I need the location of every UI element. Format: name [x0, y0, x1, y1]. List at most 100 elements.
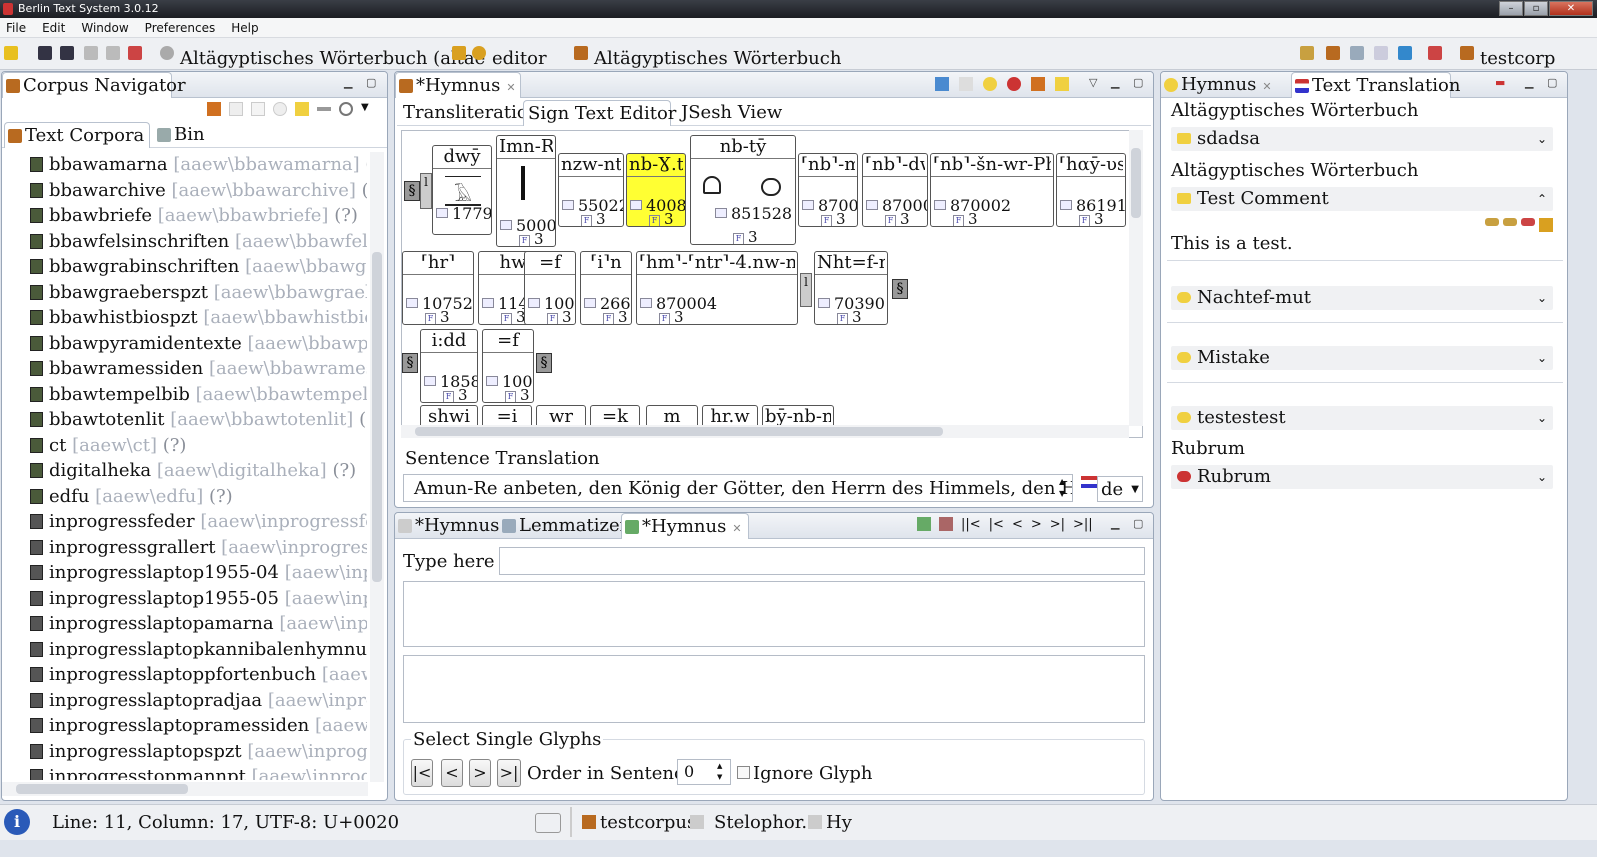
collapse-icon[interactable]: [317, 107, 331, 111]
new-icon[interactable]: [4, 46, 18, 60]
folder-icon[interactable]: [295, 102, 309, 116]
glyph-info-area-2[interactable]: [403, 655, 1145, 723]
v-scroll-thumb[interactable]: [1131, 148, 1141, 218]
horizontal-scrollbar[interactable]: [2, 782, 368, 796]
status-tab-hymnus[interactable]: Hy: [826, 812, 852, 833]
menu-help[interactable]: Help: [231, 21, 258, 35]
status-tab-testcorpus[interactable]: testcorpus: [600, 812, 696, 833]
tab-transliteration[interactable]: Transliteration: [399, 100, 539, 126]
comment-item-3[interactable]: testestest ⌄: [1171, 406, 1553, 430]
scroll-thumb[interactable]: [372, 252, 382, 582]
maximize-view-icon[interactable]: ▢: [1133, 517, 1143, 530]
order-input[interactable]: 0: [677, 759, 731, 785]
view-menu-icon[interactable]: ▼: [361, 102, 369, 116]
glyph-box[interactable]: Nht=f-mw70390F3: [814, 251, 888, 325]
corpus-item[interactable]: inprogressfeder [aaew\inprogressfeder]: [30, 509, 367, 534]
glyph-tool-2-icon[interactable]: [939, 517, 953, 531]
new-text-icon[interactable]: [251, 102, 265, 116]
add-comment-icon[interactable]: [983, 77, 997, 91]
sign-v-scrollbar[interactable]: [1129, 130, 1143, 426]
corpus-item[interactable]: ct [aaew\ct] (?): [30, 433, 186, 458]
redo-icon[interactable]: [106, 46, 120, 60]
comment-item-1[interactable]: Nachtef-mut ⌄: [1171, 286, 1553, 310]
h-scroll-thumb[interactable]: [415, 427, 943, 436]
sign-text-area[interactable]: §dwȳ17793𓄿Imn-Rˤ50000F3nzw-ntr55022F3nb-…: [401, 130, 1143, 438]
sync-icon[interactable]: [935, 77, 949, 91]
perspective-5-icon[interactable]: [1428, 46, 1442, 60]
dictionary-label-2[interactable]: Altägyptisches Wörterbuch: [594, 48, 841, 69]
corpus-item[interactable]: bbawtotenlit [aaew\bbawtotenlit] (?): [30, 407, 367, 432]
order-spinner[interactable]: ▲ ▼: [717, 761, 722, 783]
glyph-box[interactable]: ⸢hαȳ-υsd86191F3: [1056, 153, 1126, 227]
editor-label[interactable]: editor: [492, 48, 547, 69]
undo-icon[interactable]: [84, 46, 98, 60]
corpus-label[interactable]: testcorp: [1480, 48, 1555, 69]
minimize-button[interactable]: –: [1499, 1, 1523, 16]
close-tab-icon[interactable]: ✕: [506, 81, 515, 94]
status-tab-stelophor[interactable]: Stelophor...: [714, 812, 819, 833]
corpus-item[interactable]: bbawfelsinschriften [aaew\bbawfelsinsc: [30, 229, 367, 254]
tab-hymnus-2[interactable]: *Hymnus ✕: [621, 513, 749, 539]
corpus-item[interactable]: inprogresslaptopramessiden [aaew\inpro: [30, 713, 367, 738]
menu-window[interactable]: Window: [81, 21, 128, 35]
first-glyph-button[interactable]: |<: [411, 759, 433, 787]
tab-corpus-navigator[interactable]: Corpus Navigator: [2, 72, 186, 98]
minimize-view-icon[interactable]: ▁: [1111, 517, 1119, 530]
corpus-item[interactable]: inprogresslaptopkannibalenhymnus [aa: [30, 637, 367, 662]
close-tab-icon[interactable]: ✕: [1262, 80, 1271, 93]
tab-jsesh-view[interactable]: JSesh View: [677, 100, 782, 126]
glyph-box[interactable]: ⸢nb⸣-dw87000F3: [862, 153, 928, 227]
menu-file[interactable]: File: [6, 21, 26, 35]
new-corpus-icon[interactable]: [207, 102, 221, 116]
minimize-view-icon[interactable]: ▁: [344, 76, 352, 89]
corpus-item[interactable]: inprogresslaptopamarna [aaew\inprogre: [30, 611, 367, 636]
add-marker-icon[interactable]: [1031, 77, 1045, 91]
perspective-2-icon[interactable]: [1350, 46, 1364, 60]
glyph-box[interactable]: ⸢nb⸣-šn-wr-Ph 870002 F 3: [930, 153, 1054, 227]
corpus-item[interactable]: inprogresstopmannpt [aaew\inprogressl: [30, 764, 367, 780]
glyph-box[interactable]: ⸢nb⸣-m87000F3: [798, 153, 858, 227]
corpus-item[interactable]: inprogresslaptoppfortenbuch [aaew\inp: [30, 662, 367, 687]
glyph-box[interactable]: =f1005F3: [482, 329, 534, 403]
minimize-view-icon[interactable]: ▁: [1111, 76, 1119, 89]
minimize-view-icon[interactable]: ▁: [1525, 76, 1533, 89]
close-button[interactable]: ✕: [1549, 1, 1593, 16]
corpus-item[interactable]: edfu [aaew\edfu] (?): [30, 484, 233, 509]
tab-hymnus-right[interactable]: Hymnus ✕: [1161, 72, 1287, 98]
sign-h-scrollbar[interactable]: [401, 425, 1129, 438]
menu-edit[interactable]: Edit: [42, 21, 65, 35]
nav-next[interactable]: >: [1031, 517, 1042, 532]
comment-item-2[interactable]: Mistake ⌄: [1171, 346, 1553, 370]
next-glyph-button[interactable]: >: [469, 759, 491, 787]
corpus-item[interactable]: inprogresslaptop1955-04 [aaew\inprogre: [30, 560, 367, 585]
section-marker-icon[interactable]: §: [536, 353, 552, 373]
chevron-down-icon[interactable]: ⌄: [1537, 346, 1547, 370]
unlink-icon[interactable]: [1521, 218, 1535, 226]
maximize-view-icon[interactable]: ▢: [1133, 76, 1143, 89]
corpus-item[interactable]: bbawtempelbib [aaew\bbawtempelbib] (: [30, 382, 367, 407]
perspective-3-icon[interactable]: [1374, 46, 1388, 60]
glyph-box[interactable]: dwȳ17793𓄿: [432, 145, 492, 235]
section-marker-icon[interactable]: §: [892, 279, 908, 299]
save-icon[interactable]: [38, 46, 52, 60]
section-2-item[interactable]: Test Comment ⌃: [1171, 187, 1553, 211]
h-scroll-thumb[interactable]: [16, 784, 188, 794]
nav-first[interactable]: |<: [989, 517, 1004, 532]
tools-icon[interactable]: [128, 46, 142, 60]
glyph-box[interactable]: i:dd18581F3: [420, 329, 478, 403]
type-here-input[interactable]: [499, 547, 1145, 575]
corpus-item[interactable]: bbawbriefe [aaew\bbawbriefe] (?): [30, 203, 358, 228]
add-folder-icon[interactable]: [1055, 77, 1069, 91]
section-1-item[interactable]: sdadsa ⌄: [1171, 127, 1553, 151]
glyph-tool-icon[interactable]: [917, 517, 931, 531]
line-marker-icon[interactable]: l: [800, 273, 812, 307]
perspective-4-icon[interactable]: [1398, 46, 1412, 60]
corpus-item[interactable]: digitalheka [aaew\digitalheka] (?): [30, 458, 356, 483]
language-select[interactable]: de ▼: [1097, 476, 1143, 502]
open-perspective-icon[interactable]: [1300, 46, 1314, 60]
glyph-box[interactable]: nb-Ɣ.t40083F3: [626, 153, 686, 227]
prev-glyph-button[interactable]: <: [441, 759, 463, 787]
maximize-button[interactable]: ▫: [1524, 1, 1548, 16]
last-glyph-button[interactable]: >|: [497, 759, 521, 787]
tab-text-corpora[interactable]: Text Corpora: [4, 122, 150, 148]
